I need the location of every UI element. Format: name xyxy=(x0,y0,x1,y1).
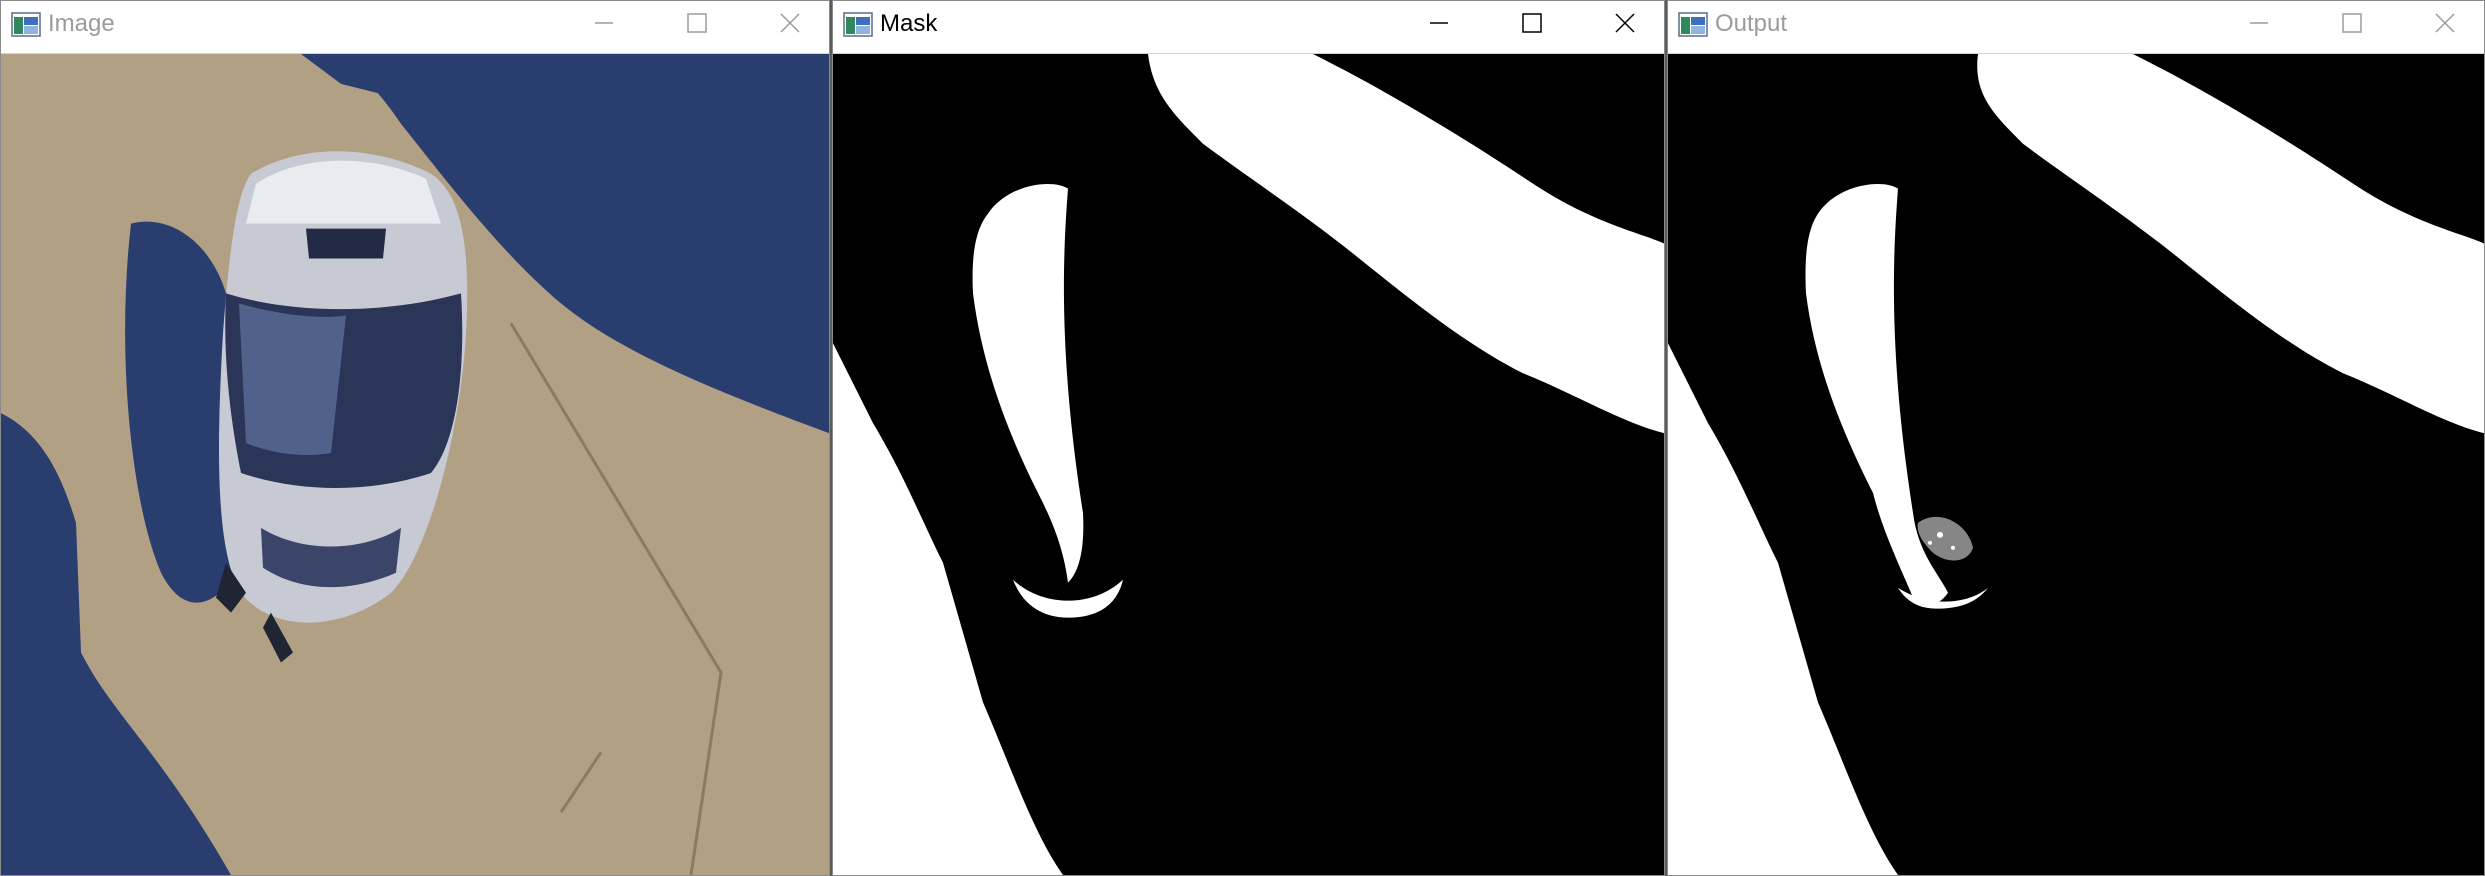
minimize-icon xyxy=(1430,22,1448,24)
window-title: Output xyxy=(1715,10,1788,37)
output-canvas xyxy=(1668,54,2484,875)
maximize-icon xyxy=(687,13,707,33)
close-icon xyxy=(2435,13,2455,33)
output-window[interactable]: Output xyxy=(1667,0,2485,876)
close-button[interactable] xyxy=(1584,1,1664,47)
opencv-window-icon xyxy=(1678,12,1708,37)
image-window-titlebar[interactable]: Image xyxy=(1,1,829,54)
mask-canvas xyxy=(833,54,1664,875)
helmet-photo xyxy=(1,54,829,875)
opencv-window-icon xyxy=(11,12,41,37)
image-canvas xyxy=(1,54,829,875)
maximize-button[interactable] xyxy=(1492,1,1572,47)
minimize-icon xyxy=(2250,22,2268,24)
minimize-button[interactable] xyxy=(565,1,645,47)
mask-window[interactable]: Mask xyxy=(832,0,1665,876)
maximize-icon xyxy=(1522,13,1542,33)
minimize-button[interactable] xyxy=(2220,1,2300,47)
mask-window-titlebar[interactable]: Mask xyxy=(833,1,1664,54)
minimize-button[interactable] xyxy=(1400,1,1480,47)
close-button[interactable] xyxy=(2404,1,2484,47)
close-button[interactable] xyxy=(749,1,829,47)
output-image xyxy=(1668,54,2484,875)
window-title: Mask xyxy=(880,10,938,37)
output-window-titlebar[interactable]: Output xyxy=(1668,1,2484,54)
opencv-window-icon xyxy=(843,12,873,37)
maximize-button[interactable] xyxy=(2312,1,2392,47)
minimize-icon xyxy=(595,22,613,24)
maximize-icon xyxy=(2342,13,2362,33)
maximize-button[interactable] xyxy=(657,1,737,47)
mask-image xyxy=(833,54,1664,875)
close-icon xyxy=(1615,13,1635,33)
window-title: Image xyxy=(48,10,115,37)
close-icon xyxy=(780,13,800,33)
image-window[interactable]: Image xyxy=(0,0,830,876)
